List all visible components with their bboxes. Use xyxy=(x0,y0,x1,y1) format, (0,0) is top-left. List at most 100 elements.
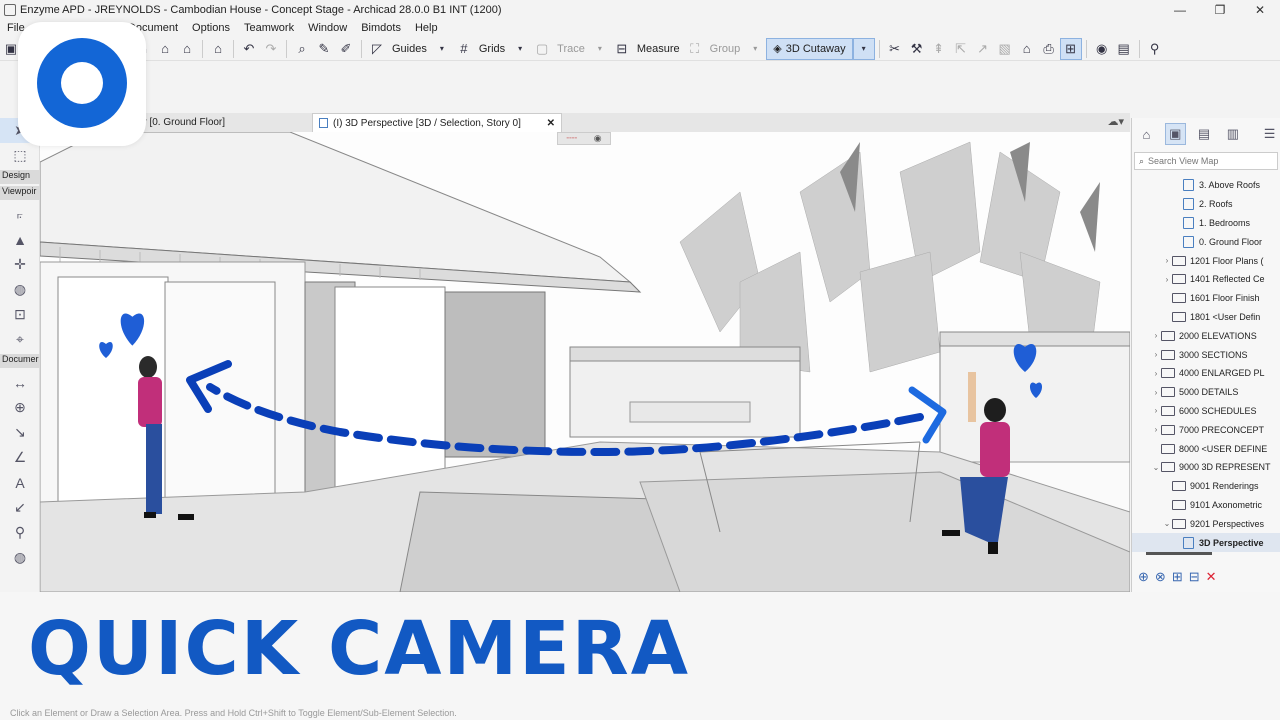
tree-item[interactable]: › 1201 Floor Plans ( xyxy=(1132,251,1280,270)
grid-icon[interactable]: # xyxy=(453,38,475,60)
measure-button[interactable]: Measure xyxy=(633,38,684,60)
chevron-down-icon[interactable]: ▾ xyxy=(852,37,875,60)
view-map-search[interactable]: ⌕ Search View Map xyxy=(1134,152,1278,170)
chevron-icon[interactable]: › xyxy=(1151,350,1161,359)
menu-window[interactable]: Window xyxy=(301,22,354,34)
fit-window-icon[interactable]: ⊞ xyxy=(1059,37,1082,60)
chevron-icon[interactable]: › xyxy=(1151,388,1161,397)
trace-icon[interactable]: ▢ xyxy=(531,38,553,60)
split-icon[interactable]: ▧ xyxy=(994,38,1016,60)
tree-item[interactable]: › 4000 ENLARGED PL xyxy=(1132,364,1280,383)
section-icon[interactable]: ✛ xyxy=(0,252,40,277)
angle-dimension-icon[interactable]: ∠ xyxy=(0,445,40,470)
syringe-icon[interactable]: ✐ xyxy=(335,38,357,60)
tree-item[interactable]: 1801 <User Defin xyxy=(1132,308,1280,327)
eyedropper-icon[interactable]: ✎ xyxy=(313,38,335,60)
tree-item[interactable]: ⌄ 9000 3D REPRESENT xyxy=(1132,458,1280,477)
chevron-icon[interactable]: › xyxy=(1151,406,1161,415)
tree-item[interactable]: 3. Above Roofs xyxy=(1132,176,1280,195)
house-icon[interactable]: ⌂ xyxy=(154,38,176,60)
toolbox-document-label[interactable]: Documer xyxy=(0,354,40,368)
tab-options-icon[interactable]: ☁▾ xyxy=(1107,115,1124,128)
globe-icon[interactable]: ◍ xyxy=(0,277,40,302)
house-alt-icon[interactable]: ⌂ xyxy=(176,38,198,60)
chevron-down-icon[interactable]: ▾ xyxy=(744,38,766,60)
group-button[interactable]: Group xyxy=(706,38,745,60)
guides-icon[interactable]: ◸ xyxy=(366,38,388,60)
chevron-icon[interactable]: ⌄ xyxy=(1162,519,1172,528)
grids-button[interactable]: Grids xyxy=(475,38,509,60)
worksheet-icon[interactable]: ⊡ xyxy=(0,302,40,327)
home-icon[interactable]: ⌂ xyxy=(207,38,229,60)
camera-tool-icon[interactable]: ⌖ xyxy=(0,327,40,352)
clone-folder-icon[interactable]: ⊞ xyxy=(1172,569,1183,585)
tree-item[interactable]: 3D Perspective xyxy=(1132,533,1280,552)
chevron-icon[interactable]: › xyxy=(1151,331,1161,340)
chevron-icon[interactable]: ⌄ xyxy=(1151,463,1161,472)
tree-item[interactable]: 1. Bedrooms xyxy=(1132,214,1280,233)
level-icon[interactable]: ▲ xyxy=(0,227,40,252)
tree-item[interactable]: 8000 <USER DEFINE xyxy=(1132,439,1280,458)
tree-item[interactable]: 9001 Renderings xyxy=(1132,477,1280,496)
adjust-icon[interactable]: ⇱ xyxy=(950,38,972,60)
undo-icon[interactable]: ↶ xyxy=(238,38,260,60)
tree-item[interactable]: 2. Roofs xyxy=(1132,195,1280,214)
elevate-icon[interactable]: ⇞ xyxy=(928,38,950,60)
render-icon[interactable]: ▤ xyxy=(1113,38,1135,60)
menu-help[interactable]: Help xyxy=(408,22,445,34)
camera-icon[interactable]: ◉ xyxy=(1091,38,1113,60)
marker-icon[interactable]: ⚲ xyxy=(0,520,40,545)
chevron-icon[interactable]: › xyxy=(1151,369,1161,378)
chevron-down-icon[interactable]: ▾ xyxy=(589,38,611,60)
magic-wand-icon[interactable]: ⚒ xyxy=(906,38,928,60)
delete-icon[interactable]: ✕ xyxy=(1206,569,1217,585)
3d-cutaway-button[interactable]: ◈ 3D Cutaway xyxy=(766,37,853,60)
print-icon[interactable]: ⎙ xyxy=(1038,38,1060,60)
tree-item[interactable]: 0. Ground Floor xyxy=(1132,232,1280,251)
tree-item[interactable]: › 5000 DETAILS xyxy=(1132,383,1280,402)
tree-item[interactable]: › 2000 ELEVATIONS xyxy=(1132,326,1280,345)
quick-camera-icon[interactable]: ⚲ xyxy=(1144,38,1166,60)
view-control-chip[interactable]: ╌╌ ◉ xyxy=(557,132,611,145)
redo-icon[interactable]: ↷ xyxy=(260,38,282,60)
maximize-button[interactable]: ❐ xyxy=(1200,0,1240,20)
tree-item[interactable]: › 3000 SECTIONS xyxy=(1132,345,1280,364)
find-select-icon[interactable]: ⌕ xyxy=(291,38,313,60)
3d-viewport[interactable]: ╌╌ ◉ xyxy=(40,132,1130,592)
toolbox-viewpoint-label[interactable]: Viewpoir xyxy=(0,186,40,200)
marquee-icon[interactable]: ⬚ xyxy=(0,143,40,168)
view-map-icon[interactable]: ▣ xyxy=(1164,123,1186,145)
radial-dimension-icon[interactable]: ↘ xyxy=(0,420,40,445)
project-map-icon[interactable]: ⌂ xyxy=(1136,123,1157,145)
elevation-marker-icon[interactable]: ⟔ xyxy=(0,202,40,227)
settings-icon[interactable]: ⊟ xyxy=(1189,569,1200,585)
label-icon[interactable]: ↙ xyxy=(0,495,40,520)
scissors-icon[interactable]: ✂ xyxy=(884,38,906,60)
guides-button[interactable]: Guides xyxy=(388,38,431,60)
chevron-icon[interactable]: › xyxy=(1162,256,1172,265)
building-material-icon[interactable]: ⌂ xyxy=(1016,38,1038,60)
close-window-button[interactable]: ✕ xyxy=(1240,0,1280,20)
measure-icon[interactable]: ⊟ xyxy=(611,38,633,60)
tree-item[interactable]: ⌄ 9201 Perspectives xyxy=(1132,514,1280,533)
toolbox-design-label[interactable]: Design xyxy=(0,170,40,184)
tree-item[interactable]: 9101 Axonometric xyxy=(1132,496,1280,515)
tab-3d-perspective[interactable]: (I) 3D Perspective [3D / Selection, Stor… xyxy=(312,113,562,132)
publisher-icon[interactable]: ▥ xyxy=(1222,123,1243,145)
fill-icon[interactable]: ◍ xyxy=(0,545,40,570)
dimension-icon[interactable]: ↔ xyxy=(0,370,40,395)
layout-book-icon[interactable]: ▤ xyxy=(1194,123,1215,145)
tree-item[interactable]: › 6000 SCHEDULES xyxy=(1132,402,1280,421)
tree-item[interactable]: › 1401 Reflected Ce xyxy=(1132,270,1280,289)
menu-bimdots[interactable]: Bimdots xyxy=(354,22,408,34)
new-folder-icon[interactable]: ⊕ xyxy=(1138,569,1149,585)
trim-icon[interactable]: ↗ xyxy=(972,38,994,60)
save-view-icon[interactable]: ⊗ xyxy=(1155,569,1166,585)
chevron-icon[interactable]: › xyxy=(1151,425,1161,434)
menu-options[interactable]: Options xyxy=(185,22,237,34)
menu-icon[interactable]: ☰ xyxy=(1259,123,1280,145)
chevron-down-icon[interactable]: ▾ xyxy=(431,38,453,60)
menu-teamwork[interactable]: Teamwork xyxy=(237,22,301,34)
minimize-button[interactable]: — xyxy=(1160,0,1200,20)
chevron-down-icon[interactable]: ▾ xyxy=(509,38,531,60)
